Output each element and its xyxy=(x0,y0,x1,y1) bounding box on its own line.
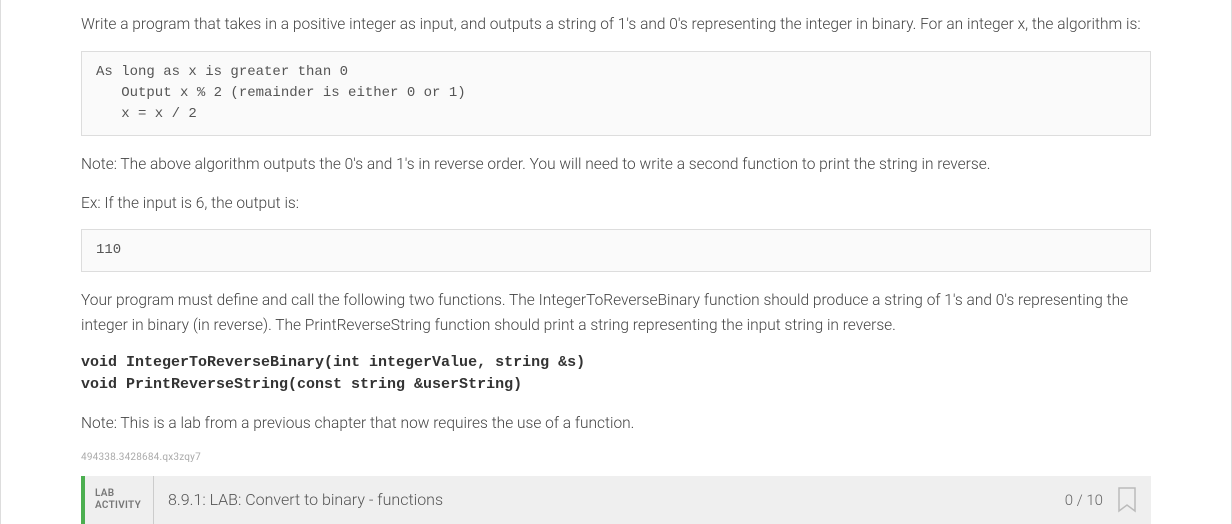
lab-activity-label: LAB ACTIVITY xyxy=(85,476,154,524)
function-signatures: void IntegerToReverseBinary(int integerV… xyxy=(81,352,1151,397)
algorithm-code-block: As long as x is greater than 0 Output x … xyxy=(81,51,1151,136)
lab-note: Note: This is a lab from a previous chap… xyxy=(81,411,1151,436)
assignment-content: Write a program that takes in a positive… xyxy=(0,0,1232,524)
note-reverse: Note: The above algorithm outputs the 0'… xyxy=(81,152,1151,177)
lab-score: 0 / 10 xyxy=(1053,476,1115,524)
bookmark-icon xyxy=(1117,487,1137,513)
tracking-id: 494338.3428684.qx3zqy7 xyxy=(81,450,1151,466)
lab-label-line1: LAB xyxy=(95,488,141,500)
example-output-block: 110 xyxy=(81,229,1151,272)
intro-paragraph: Write a program that takes in a positive… xyxy=(81,12,1151,37)
functions-description: Your program must define and call the fo… xyxy=(81,288,1151,338)
example-intro: Ex: If the input is 6, the output is: xyxy=(81,191,1151,216)
lab-title: 8.9.1: LAB: Convert to binary - function… xyxy=(154,476,1053,524)
lab-label-line2: ACTIVITY xyxy=(95,500,141,512)
bookmark-button[interactable] xyxy=(1115,476,1151,524)
lab-activity-bar: LAB ACTIVITY 8.9.1: LAB: Convert to bina… xyxy=(81,476,1151,524)
